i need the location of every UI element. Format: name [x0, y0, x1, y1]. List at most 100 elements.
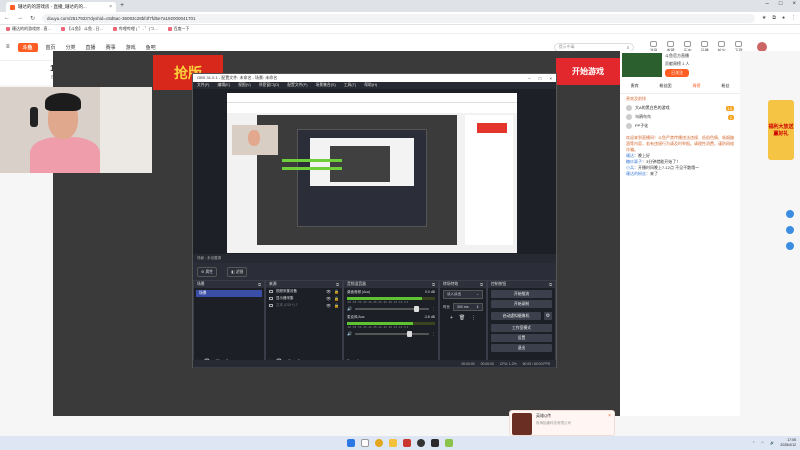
more-icon[interactable]: ⋮	[471, 315, 476, 321]
star-icon[interactable]: ★	[762, 15, 766, 21]
transition-select[interactable]: 淡入淡出 ⌄	[443, 290, 483, 299]
nav-item[interactable]: 鱼吧	[146, 44, 156, 51]
tab-fan[interactable]: 粉丝	[722, 83, 730, 89]
anchor-thumbnail[interactable]	[622, 53, 662, 77]
obs-source-status: 场景 - 未设置源	[193, 254, 556, 263]
extensions-icon[interactable]: ⧉	[772, 15, 776, 21]
monitor-icon	[269, 297, 273, 300]
explorer-icon[interactable]	[389, 439, 397, 447]
address-bar: ← → ↻ douyu.com/2517933?dyshid=c8d5ac-36…	[0, 12, 800, 25]
speaker-icon[interactable]: 🔊	[347, 331, 352, 336]
tab-vip[interactable]: 贵宾	[631, 83, 639, 89]
close-ad-icon[interactable]: ×	[608, 413, 611, 419]
side-float-icon[interactable]	[786, 226, 794, 234]
start-game-button[interactable]: 开始游戏	[556, 58, 620, 85]
obs-maximize-icon[interactable]: □	[539, 76, 542, 81]
start-recording-button[interactable]: 开始录制	[491, 300, 552, 308]
side-float-icon[interactable]	[786, 242, 794, 250]
volume-slider[interactable]	[354, 330, 429, 337]
dock-float-icon[interactable]: ⧉	[432, 282, 435, 287]
duration-input[interactable]: 300 ms ⇕	[453, 303, 483, 311]
dock-float-icon[interactable]: ⧉	[336, 282, 339, 287]
chrome-icon[interactable]	[375, 439, 383, 447]
speaker-icon[interactable]: 🔊	[347, 306, 352, 311]
settings-button[interactable]: 设置	[491, 334, 552, 342]
virtual-camera-button[interactable]: 启动虚拟摄像机	[491, 312, 541, 320]
add-icon[interactable]: +	[450, 315, 453, 321]
rank-row[interactable]: 大A的黑白色的游戏 10	[626, 105, 734, 111]
nav-item[interactable]: 分类	[66, 44, 76, 51]
chevron-up-icon[interactable]: ⌃	[752, 441, 755, 445]
app-icon[interactable]	[445, 439, 453, 447]
app-icon[interactable]	[431, 439, 439, 447]
dock-float-icon[interactable]: ⧉	[258, 282, 261, 287]
obs-minimize-icon[interactable]: –	[528, 76, 531, 81]
bookmark-item[interactable]: 【斗鱼】 斗鱼 - 日...	[60, 26, 103, 32]
close-window-icon[interactable]: ×	[792, 1, 796, 7]
search-icon[interactable]	[361, 439, 369, 447]
rank-row[interactable]: FP子化	[626, 123, 734, 129]
bookmark-item[interactable]: 哔哩哔哩 ( ゜- ゜)つ...	[112, 26, 158, 32]
obs-menu-item[interactable]: 视图(V)	[238, 83, 251, 88]
app-icon[interactable]	[403, 439, 411, 447]
new-tab-button[interactable]: +	[120, 2, 124, 9]
menu-icon[interactable]: ≡	[6, 44, 10, 50]
nav-item[interactable]: 直播	[86, 44, 96, 51]
menu-icon[interactable]: ⋮	[791, 15, 796, 21]
source-item[interactable]: 文本 (GDI+) 2 👁 🔒	[266, 302, 342, 309]
url-input[interactable]: douyu.com/2517933?dyshid=c8d5ac-36093c28…	[42, 13, 755, 23]
dock-float-icon[interactable]: ⧉	[480, 282, 483, 287]
bookmark-item[interactable]: 珊达的的游戏房 - 直...	[6, 26, 51, 32]
obs-icon[interactable]	[417, 439, 425, 447]
side-float-icon[interactable]	[786, 210, 794, 218]
filters-button[interactable]: ◧ 滤镜	[227, 266, 248, 277]
source-item[interactable]: 视频采集设备 👁 🔒	[266, 288, 342, 295]
reload-icon[interactable]: ↻	[30, 15, 35, 22]
profile-icon[interactable]: ●	[782, 15, 785, 21]
source-item[interactable]: 显示器采集 👁 🔒	[266, 295, 342, 302]
close-tab-icon[interactable]: ×	[109, 4, 112, 10]
follow-button[interactable]: 已关注	[665, 69, 690, 77]
dock-float-icon[interactable]: ⧉	[549, 282, 552, 287]
browser-tab[interactable]: 珊达的的游戏房 - 直播_珊达的的... ×	[6, 2, 116, 12]
volume-icon[interactable]: 🔊	[770, 441, 774, 445]
game-ad[interactable]: 英雄Q传 珠海拾趣科技有限公司 ×	[509, 410, 615, 436]
search-icon[interactable]: ⌕	[627, 45, 630, 51]
obs-menu-item[interactable]: 场景集合(S)	[315, 83, 335, 88]
volume-slider[interactable]	[354, 305, 429, 312]
obs-menu-item[interactable]: 文件(F)	[197, 83, 209, 88]
more-icon[interactable]: ⋮	[432, 332, 436, 336]
clock[interactable]: 17:05 2025/4/12	[780, 438, 796, 447]
obs-menu-item[interactable]: 帮助(H)	[364, 83, 377, 88]
obs-menu-item[interactable]: 编辑(E)	[217, 83, 230, 88]
studio-mode-button[interactable]: 工作室模式	[491, 324, 552, 332]
start-icon[interactable]	[347, 439, 355, 447]
promo-widget[interactable]: 福利大放送 赢好礼	[768, 100, 794, 160]
rank-row[interactable]: 乌鸦鸟鸟 2	[626, 114, 734, 120]
obs-menu-item[interactable]: 配置文件(P)	[287, 83, 307, 88]
obs-menu-item[interactable]: 工具(T)	[344, 83, 356, 88]
more-icon[interactable]: ⋮	[432, 307, 436, 311]
tab-weekly[interactable]: 周榜	[693, 83, 701, 89]
wifi-icon[interactable]: ◠	[761, 441, 764, 445]
nav-item[interactable]: 首页	[46, 44, 56, 51]
anchor-sub: 贡献周榜 1 人	[665, 61, 690, 66]
remove-icon[interactable]: 🗑	[459, 315, 465, 321]
tab-fans[interactable]: 粉丝团	[660, 83, 672, 89]
forward-icon[interactable]: →	[17, 15, 23, 21]
obs-preview[interactable]	[193, 89, 556, 254]
obs-menu-item[interactable]: 停靠窗口(D)	[259, 83, 279, 88]
properties-button[interactable]: ⚙ 属性	[197, 266, 218, 277]
bookmark-item[interactable]: 百度一下	[167, 26, 190, 32]
virtual-camera-settings-icon[interactable]: ⚙	[544, 312, 552, 320]
site-logo[interactable]: 斗鱼	[17, 42, 38, 52]
minimize-icon[interactable]: –	[766, 1, 769, 7]
maximize-icon[interactable]: □	[779, 1, 783, 7]
nav-item[interactable]: 游戏	[126, 44, 136, 51]
scene-item[interactable]: 场景	[196, 290, 262, 297]
back-icon[interactable]: ←	[4, 15, 10, 21]
nav-item[interactable]: 赛事	[106, 44, 116, 51]
start-streaming-button[interactable]: 开始推流	[491, 290, 552, 298]
exit-button[interactable]: 退出	[491, 344, 552, 352]
obs-close-icon[interactable]: ×	[549, 76, 552, 81]
